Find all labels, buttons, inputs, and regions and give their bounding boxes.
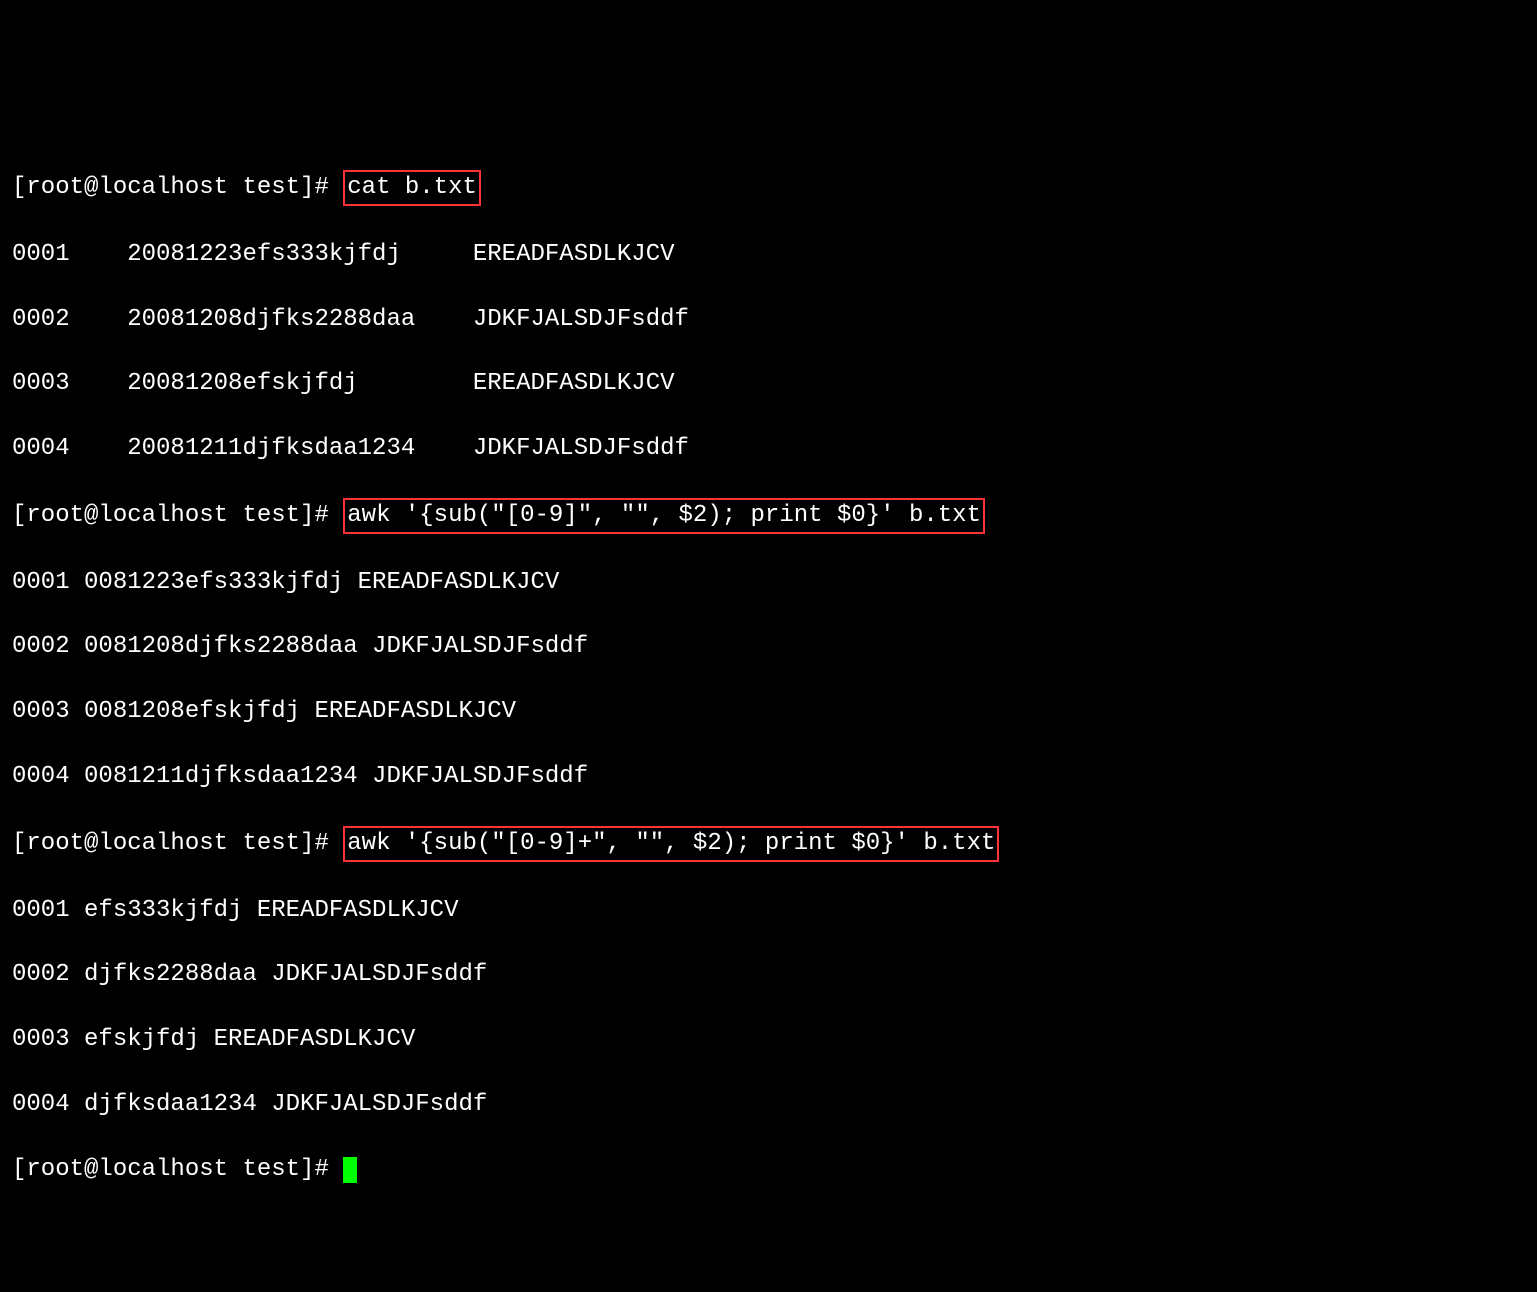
cursor-icon xyxy=(343,1157,357,1183)
output-line: 0004 djfksdaa1234 JDKFJALSDJFsddf xyxy=(12,1089,1525,1121)
output-line: 0001 20081223efs333kjfdj EREADFASDLKJCV xyxy=(12,239,1525,271)
output-line: 0003 0081208efskjfdj EREADFASDLKJCV xyxy=(12,696,1525,728)
prompt: [root@localhost test]# xyxy=(12,830,343,857)
prompt: [root@localhost test]# xyxy=(12,174,343,201)
highlighted-command-awk-sub: awk '{sub("[0-9]", "", $2); print $0}' b… xyxy=(343,498,985,534)
command-line-3[interactable]: [root@localhost test]# awk '{sub("[0-9]+… xyxy=(12,826,1525,862)
output-line: 0004 0081211djfksdaa1234 JDKFJALSDJFsddf xyxy=(12,761,1525,793)
prompt: [root@localhost test]# xyxy=(12,1156,343,1183)
output-line: 0001 0081223efs333kjfdj EREADFASDLKJCV xyxy=(12,567,1525,599)
command-line-2[interactable]: [root@localhost test]# awk '{sub("[0-9]"… xyxy=(12,498,1525,534)
current-prompt-line[interactable]: [root@localhost test]# xyxy=(12,1154,1525,1186)
highlighted-command-awk-sub-plus: awk '{sub("[0-9]+", "", $2); print $0}' … xyxy=(343,826,999,862)
output-line: 0004 20081211djfksdaa1234 JDKFJALSDJFsdd… xyxy=(12,433,1525,465)
terminal-output: [root@localhost test]# cat b.txt 0001 20… xyxy=(12,138,1525,1219)
prompt: [root@localhost test]# xyxy=(12,502,343,529)
output-line: 0003 20081208efskjfdj EREADFASDLKJCV xyxy=(12,368,1525,400)
output-line: 0003 efskjfdj EREADFASDLKJCV xyxy=(12,1024,1525,1056)
command-line-1[interactable]: [root@localhost test]# cat b.txt xyxy=(12,170,1525,206)
output-line: 0001 efs333kjfdj EREADFASDLKJCV xyxy=(12,895,1525,927)
output-line: 0002 djfks2288daa JDKFJALSDJFsddf xyxy=(12,959,1525,991)
output-line: 0002 0081208djfks2288daa JDKFJALSDJFsddf xyxy=(12,631,1525,663)
output-line: 0002 20081208djfks2288daa JDKFJALSDJFsdd… xyxy=(12,304,1525,336)
highlighted-command-cat: cat b.txt xyxy=(343,170,481,206)
